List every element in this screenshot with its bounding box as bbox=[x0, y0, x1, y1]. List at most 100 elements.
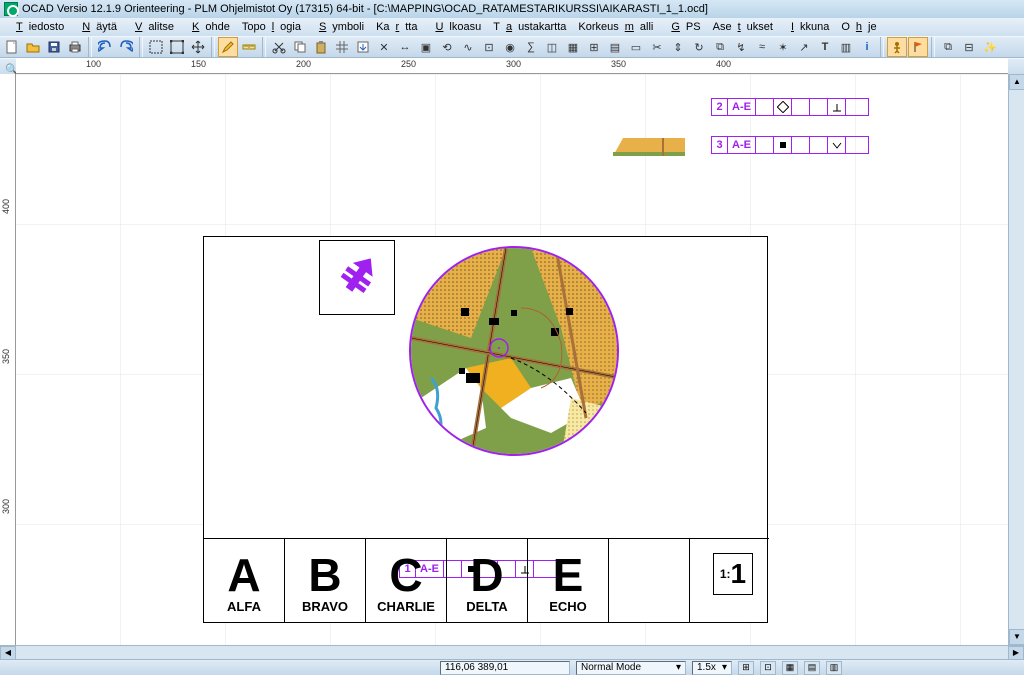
tool-g9[interactable]: ◫ bbox=[542, 37, 562, 57]
status-btn-1[interactable]: ⊞ bbox=[738, 661, 754, 675]
menu-gps[interactable]: GPS bbox=[659, 19, 706, 35]
save-file-icon[interactable] bbox=[44, 37, 64, 57]
move-icon[interactable] bbox=[188, 37, 208, 57]
print-icon[interactable] bbox=[65, 37, 85, 57]
status-btn-2[interactable]: ⊡ bbox=[760, 661, 776, 675]
vertical-ruler: 400 350 300 bbox=[0, 74, 16, 645]
ruler-icon[interactable] bbox=[239, 37, 259, 57]
tool-g3[interactable]: ▣ bbox=[416, 37, 436, 57]
toolbar-row-1: ✕ ↔ ▣ ⟲ ∿ ⊡ ◉ ∑ ◫ ▦ ⊞ ▤ ▭ ✂ ⇕ ↻ ⧉ ↯ ≈ ✶ … bbox=[0, 36, 1024, 58]
tool-g7[interactable]: ◉ bbox=[500, 37, 520, 57]
tool-g17[interactable]: ⧉ bbox=[710, 37, 730, 57]
menu-asetukset[interactable]: Asetukset bbox=[707, 19, 779, 35]
paste-icon[interactable] bbox=[311, 37, 331, 57]
tool-person[interactable] bbox=[887, 37, 907, 57]
menu-valitse[interactable]: Valitse bbox=[123, 19, 180, 35]
menu-topologia[interactable]: Topologia bbox=[236, 19, 307, 35]
tool-g15[interactable]: ⇕ bbox=[668, 37, 688, 57]
code-cell-e: EECHO bbox=[528, 539, 609, 622]
menu-korkeusmalli[interactable]: Korkeusmalli bbox=[572, 19, 659, 35]
code-cell-a: AALFA bbox=[204, 539, 285, 622]
select-all-icon[interactable] bbox=[167, 37, 187, 57]
tool-g16[interactable]: ↻ bbox=[689, 37, 709, 57]
open-file-icon[interactable] bbox=[23, 37, 43, 57]
grid-icon[interactable] bbox=[332, 37, 352, 57]
import-icon[interactable] bbox=[353, 37, 373, 57]
redo-icon[interactable] bbox=[116, 37, 136, 57]
scroll-down-icon[interactable]: ▼ bbox=[1009, 629, 1024, 645]
cut-icon[interactable] bbox=[269, 37, 289, 57]
tool-g6[interactable]: ⊡ bbox=[479, 37, 499, 57]
edit-icon[interactable] bbox=[218, 37, 238, 57]
tool-g12[interactable]: ▤ bbox=[605, 37, 625, 57]
new-file-icon[interactable] bbox=[2, 37, 22, 57]
code-cell-c: CCHARLIE bbox=[366, 539, 447, 622]
tool-highlight[interactable]: ✨ bbox=[980, 37, 1000, 57]
menu-kohde[interactable]: Kohde bbox=[180, 19, 236, 35]
scrollbar-horizontal[interactable]: ◀ ▶ bbox=[0, 645, 1024, 659]
tool-flag[interactable] bbox=[908, 37, 928, 57]
menu-tiedosto[interactable]: TieTiedostodosto bbox=[4, 19, 70, 35]
tool-g14[interactable]: ✂ bbox=[647, 37, 667, 57]
tool-g13[interactable]: ▭ bbox=[626, 37, 646, 57]
status-btn-4[interactable]: ▤ bbox=[804, 661, 820, 675]
copy-icon[interactable] bbox=[290, 37, 310, 57]
toolbar-separator bbox=[88, 37, 92, 57]
control-row-2: 2 A-E bbox=[711, 98, 869, 116]
tool-g1[interactable]: ✕ bbox=[374, 37, 394, 57]
zoom-window-icon[interactable] bbox=[146, 37, 166, 57]
status-mode-select[interactable]: Normal Mode▾ bbox=[576, 661, 686, 675]
tool-g18[interactable]: ↯ bbox=[731, 37, 751, 57]
app-icon bbox=[4, 2, 18, 16]
code-cell-b: BBRAVO bbox=[285, 539, 366, 622]
menu-ulkoasu[interactable]: Ulkoasu bbox=[423, 19, 487, 35]
tool-g5[interactable]: ∿ bbox=[458, 37, 478, 57]
tool-g2[interactable]: ↔ bbox=[395, 37, 415, 57]
dropdown-icon: ▾ bbox=[676, 662, 681, 673]
undo-icon[interactable] bbox=[95, 37, 115, 57]
tool-align[interactable]: ⊟ bbox=[959, 37, 979, 57]
menu-symboli[interactable]: Symboli bbox=[307, 19, 370, 35]
tool-g8[interactable]: ∑ bbox=[521, 37, 541, 57]
toolbar-separator bbox=[931, 37, 935, 57]
menu-nayta[interactable]: Näytä bbox=[70, 19, 123, 35]
menu-kartta[interactable]: Kartta bbox=[370, 19, 423, 35]
status-zoom[interactable]: 1.5x▾ bbox=[692, 661, 732, 675]
layout-frame: 1 A-E 1:1 AALFA BBRAVO CCHARLIE DDELTA E… bbox=[203, 236, 768, 623]
tool-info[interactable]: i bbox=[857, 37, 877, 57]
scroll-right-icon[interactable]: ▶ bbox=[1008, 646, 1024, 660]
menu-bar: TieTiedostodosto Näytä Valitse Kohde Top… bbox=[0, 18, 1024, 36]
tool-g23[interactable]: ▥ bbox=[836, 37, 856, 57]
menu-taustakartta[interactable]: Taustakartta bbox=[487, 19, 572, 35]
tool-g4[interactable]: ⟲ bbox=[437, 37, 457, 57]
control-row-3: 3 A-E bbox=[711, 136, 869, 154]
map-fragment bbox=[613, 138, 685, 158]
toolbar-separator bbox=[880, 37, 884, 57]
code-cell-empty2 bbox=[690, 539, 769, 622]
north-arrow bbox=[319, 240, 395, 315]
menu-ikkuna[interactable]: Ikkuna bbox=[779, 19, 835, 35]
title-bar: OCAD Versio 12.1.9 Orienteering - PLM Oh… bbox=[0, 0, 1024, 18]
code-cell-empty1 bbox=[609, 539, 690, 622]
map-circle bbox=[409, 246, 619, 456]
scroll-left-icon[interactable]: ◀ bbox=[0, 646, 16, 660]
toolbar-separator bbox=[139, 37, 143, 57]
status-btn-5[interactable]: ▥ bbox=[826, 661, 842, 675]
window-title: OCAD Versio 12.1.9 Orienteering - PLM Oh… bbox=[22, 3, 708, 15]
tool-g20[interactable]: ✶ bbox=[773, 37, 793, 57]
scroll-up-icon[interactable]: ▲ bbox=[1009, 74, 1024, 90]
tool-g10[interactable]: ▦ bbox=[563, 37, 583, 57]
map-canvas[interactable]: 2 A-E 3 A-E bbox=[16, 74, 1008, 645]
tool-g11[interactable]: ⊞ bbox=[584, 37, 604, 57]
toolbar-separator bbox=[262, 37, 266, 57]
tool-g19[interactable]: ≈ bbox=[752, 37, 772, 57]
status-coords: 116,06 389,01 bbox=[440, 661, 570, 675]
tool-g21[interactable]: ↗ bbox=[794, 37, 814, 57]
menu-ohje[interactable]: Ohje bbox=[835, 19, 882, 35]
status-btn-3[interactable]: ▦ bbox=[782, 661, 798, 675]
codes-row: AALFA BBRAVO CCHARLIE DDELTA EECHO bbox=[204, 538, 769, 622]
tool-duplicate[interactable]: ⧉ bbox=[938, 37, 958, 57]
scrollbar-vertical[interactable]: ▲ ▼ bbox=[1008, 74, 1024, 645]
toolbar-separator bbox=[211, 37, 215, 57]
tool-text-t[interactable]: T bbox=[815, 37, 835, 57]
